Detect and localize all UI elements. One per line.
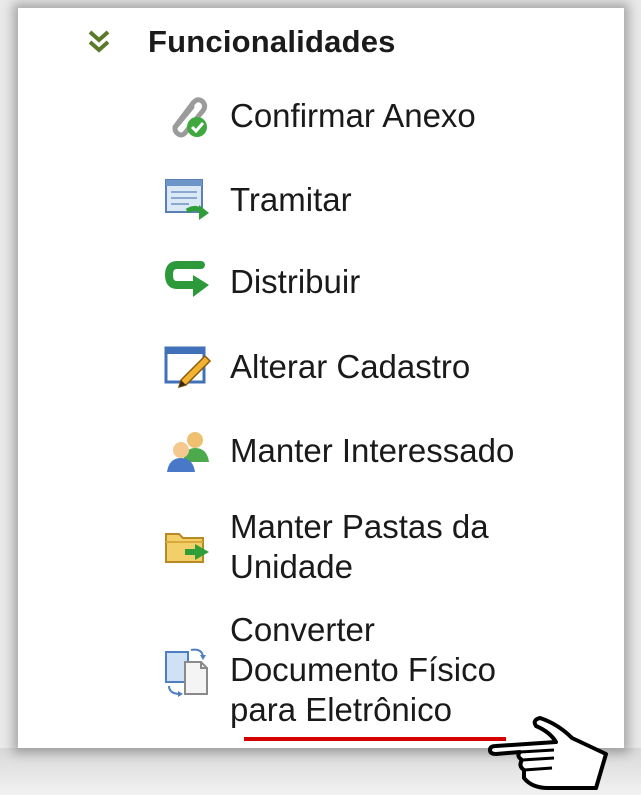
menu-item-alterar-cadastro[interactable]: Alterar Cadastro [160, 339, 470, 395]
menu-item-distribuir[interactable]: Distribuir [160, 254, 360, 310]
pointing-hand-cursor-icon [488, 716, 608, 790]
edit-pencil-icon [160, 339, 216, 395]
menu-item-label: Confirmar Anexo [230, 97, 476, 134]
menu-item-label: Manter Pastas da Unidade [230, 508, 489, 585]
menu-item-label: Tramitar [230, 181, 352, 218]
menu-item-label: Distribuir [230, 263, 361, 300]
menu-item-converter-documento[interactable]: Converter Documento Físico para Eletrôni… [160, 610, 496, 730]
users-icon [160, 423, 216, 479]
section-header[interactable]: Funcionalidades [88, 22, 396, 62]
menu-item-label: Converter Documento Físico para Eletrôni… [230, 611, 496, 728]
forward-document-icon [160, 172, 216, 228]
menu-item-confirmar-anexo[interactable]: Confirmar Anexo [160, 88, 476, 144]
highlight-underline [244, 737, 506, 741]
menu-item-label: Alterar Cadastro [230, 348, 471, 385]
chevron-double-down-icon [88, 30, 110, 53]
menu-item-manter-interessado[interactable]: Manter Interessado [160, 423, 514, 479]
menu-item-label: Manter Interessado [230, 432, 515, 469]
folder-arrow-icon [160, 519, 216, 575]
menu-item-manter-pastas[interactable]: Manter Pastas da Unidade [160, 507, 489, 587]
distribute-arrow-icon [160, 254, 216, 310]
menu-item-tramitar[interactable]: Tramitar [160, 172, 352, 228]
attachment-check-icon [160, 88, 216, 144]
convert-document-icon [160, 642, 216, 698]
section-title: Funcionalidades [148, 24, 396, 59]
